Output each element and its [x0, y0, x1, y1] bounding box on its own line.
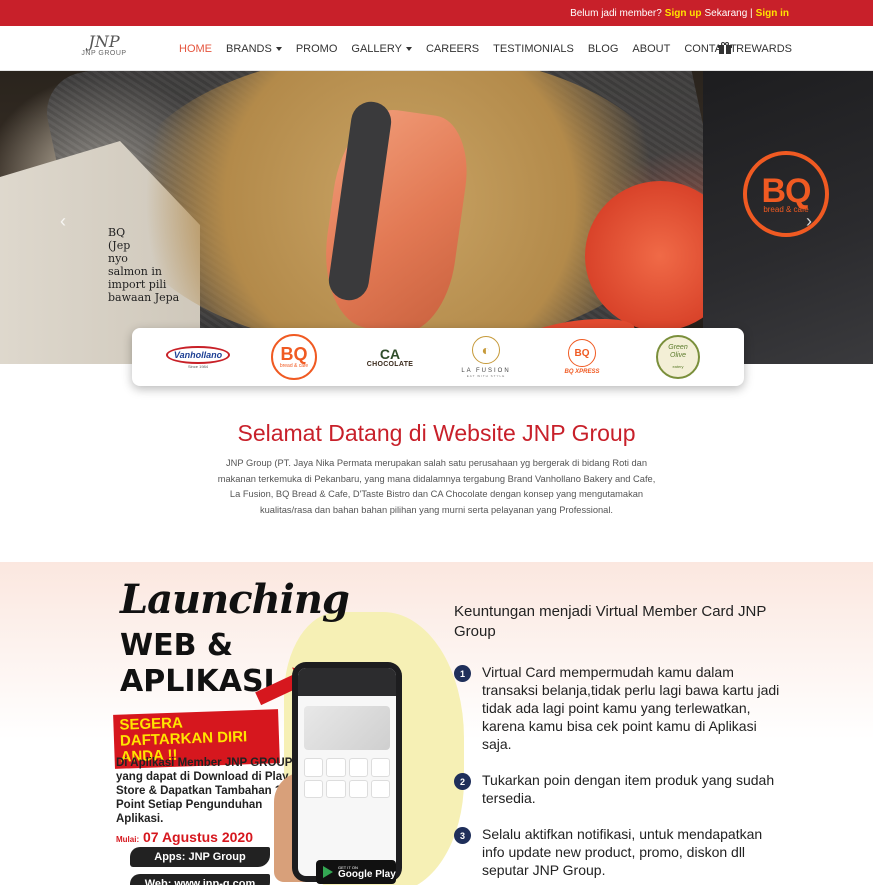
nav-testimonials[interactable]: TESTIMONIALS: [493, 43, 574, 55]
app-menu-grid: [304, 758, 390, 798]
promo-section: Launching WEB & APLIKASI SEGERA DAFTARKA…: [0, 562, 873, 885]
benefit-item: 1 Virtual Card mempermudah kamu dalam tr…: [454, 663, 784, 753]
nav-promo[interactable]: PROMO: [296, 43, 338, 55]
nav-gallery[interactable]: GALLERY: [351, 43, 412, 55]
phone-mockup: [292, 662, 402, 882]
rewards-link[interactable]: REWARDS: [718, 26, 792, 71]
brand-bq[interactable]: BQ bread & cafe: [252, 333, 336, 381]
nav-brands[interactable]: BRANDS: [226, 43, 282, 55]
member-prompt: Belum jadi member?: [570, 7, 662, 19]
brand-strip: Vanhollano Since 1984 BQ bread & cafe CA…: [132, 328, 744, 386]
nav-careers[interactable]: CAREERS: [426, 43, 479, 55]
signin-link[interactable]: Sign in: [756, 8, 789, 19]
top-bar: Belum jadi member? Sign up Sekarang | Si…: [0, 0, 873, 26]
signup-link[interactable]: Sign up: [665, 8, 702, 19]
google-play-badge[interactable]: GET IT ON Google Play: [316, 860, 396, 884]
brand-ca-chocolate[interactable]: CA CHOCOLATE: [348, 333, 432, 381]
nav-home[interactable]: HOME: [179, 43, 212, 55]
launch-poster[interactable]: Launching WEB & APLIKASI SEGERA DAFTARKA…: [106, 572, 464, 885]
benefit-item: 2 Tukarkan poin dengan item produk yang …: [454, 771, 784, 807]
benefits-title: Keuntungan menjadi Virtual Member Card J…: [454, 603, 767, 640]
nav-blog[interactable]: BLOG: [588, 43, 619, 55]
navbar: JNP JNP GROUP HOME BRANDS PROMO GALLERY …: [0, 26, 873, 71]
hero-carousel: BQ (Jep nyo salmon in import pili bawaan…: [0, 71, 873, 364]
brand-green-olive[interactable]: Green Olive eatery: [636, 333, 720, 381]
poster-web: Web: www.jnp-g.com: [130, 874, 270, 885]
topbar-separator: Sekarang |: [704, 7, 753, 19]
benefits-panel: Keuntungan menjadi Virtual Member Card J…: [454, 602, 784, 885]
poster-date: Mulai: 07 Agustus 2020: [116, 829, 253, 845]
brand-bq-xpress[interactable]: BQ BQ XPRESS: [540, 333, 624, 381]
carousel-next-icon[interactable]: ›: [806, 211, 812, 232]
number-badge: 3: [454, 827, 471, 844]
chevron-down-icon: [405, 47, 412, 51]
app-header: [298, 668, 396, 696]
chevron-down-icon: [275, 47, 282, 51]
carousel-prev-icon[interactable]: ‹: [60, 211, 66, 232]
benefit-item: 3 Selalu aktifkan notifikasi, untuk mend…: [454, 825, 784, 879]
welcome-body: JNP Group (PT. Jaya Nika Permata merupak…: [217, 458, 656, 515]
gift-icon: [718, 42, 733, 54]
brand-la-fusion[interactable]: ◐ LA FUSION EAT WITH STYLE: [444, 333, 528, 381]
welcome-section: Selamat Datang di Website JNP Group JNP …: [0, 420, 873, 518]
poster-apps: Apps: JNP Group: [130, 847, 270, 867]
main-menu: HOME BRANDS PROMO GALLERY CAREERS TESTIM…: [179, 26, 737, 71]
number-badge: 1: [454, 665, 471, 682]
play-store-icon: [323, 866, 333, 878]
poster-headline: WEB & APLIKASI: [120, 628, 275, 699]
poster-launching: Launching: [120, 576, 350, 623]
welcome-title: Selamat Datang di Website JNP Group: [237, 420, 636, 446]
jnp-logo[interactable]: JNP JNP GROUP: [80, 34, 128, 64]
brand-vanhollano[interactable]: Vanhollano Since 1984: [156, 333, 240, 381]
poster-description: Di Aplikasi Member JNP GROUP yang dapat …: [116, 757, 293, 825]
number-badge: 2: [454, 773, 471, 790]
member-card: [304, 706, 390, 750]
bq-hero-logo: BQ bread & cafe: [743, 151, 829, 237]
nav-about[interactable]: ABOUT: [632, 43, 670, 55]
logo-mark: JNP: [88, 32, 120, 51]
logo-text: JNP GROUP: [81, 50, 127, 57]
rewards-label: REWARDS: [736, 42, 792, 55]
